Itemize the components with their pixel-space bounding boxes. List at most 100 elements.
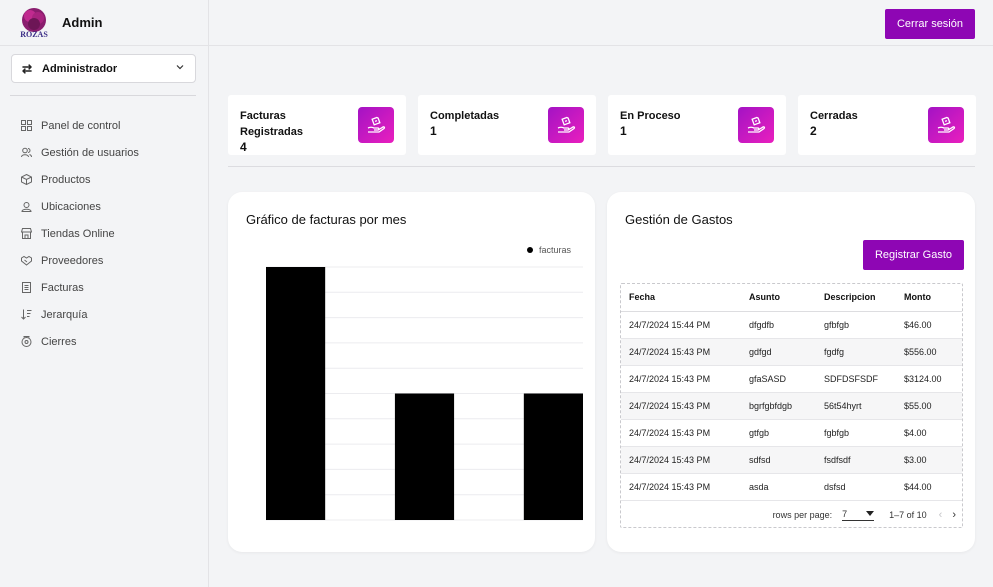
sidebar: ROZAS Admin ⇄ Administrador Panel de con… [0, 0, 209, 587]
dashboard-icon [20, 120, 32, 132]
cell-descripcion: SDFDSFSDF [816, 365, 896, 393]
rows-per-page-select[interactable]: 7 [842, 509, 875, 521]
register-expense-button[interactable]: Registrar Gasto [862, 240, 964, 270]
expenses-panel: Gestión de Gastos Registrar Gasto Fecha … [607, 192, 975, 552]
cell-descripcion: dsfsd [816, 473, 896, 501]
table-row[interactable]: 24/7/2024 15:43 PM gtfgb fgbfgb $4.00 [621, 419, 962, 447]
sidebar-item-label: Facturas [41, 281, 84, 294]
table-pagination: rows per page: 7 1–7 of 10 ‹ › [621, 502, 962, 527]
stat-value: 1 [430, 124, 437, 138]
sidebar-item-invoices[interactable]: Facturas [20, 274, 139, 301]
section-divider [228, 166, 975, 167]
cell-asunto: gfaSASD [741, 365, 816, 393]
box-icon [20, 174, 32, 186]
stat-card-invoices: Facturas Registradas 4 [228, 95, 406, 155]
cell-monto: $556.00 [896, 338, 962, 366]
svg-text:ROZAS: ROZAS [20, 30, 48, 39]
stat-card-closed: Cerradas 2 [798, 95, 976, 155]
cell-asunto: gdfgd [741, 338, 816, 366]
stat-value: 2 [810, 124, 817, 138]
sidebar-item-panel[interactable]: Panel de control [20, 112, 139, 139]
invoice-hand-icon [738, 107, 774, 143]
sidebar-item-online-stores[interactable]: Tiendas Online [20, 220, 139, 247]
sidebar-item-label: Productos [41, 173, 91, 186]
sidebar-item-label: Tiendas Online [41, 227, 115, 240]
chart-bar[interactable] [394, 393, 455, 521]
table-row[interactable]: 24/7/2024 15:43 PM bgrfgbfdgb 56t54hyrt … [621, 392, 962, 420]
bar-chart [266, 266, 583, 521]
cell-asunto: bgrfgbfdgb [741, 392, 816, 420]
sort-icon [20, 309, 32, 321]
cell-monto: $55.00 [896, 392, 962, 420]
sidebar-item-products[interactable]: Productos [20, 166, 139, 193]
cell-fecha: 24/7/2024 15:43 PM [621, 365, 741, 393]
table-header-row: Fecha Asunto Descripcion Monto [621, 284, 962, 312]
cell-monto: $3124.00 [896, 365, 962, 393]
logout-button[interactable]: Cerrar sesión [884, 9, 975, 39]
invoice-hand-icon [928, 107, 964, 143]
cell-descripcion: fgbfgb [816, 419, 896, 447]
chart-bar[interactable] [266, 267, 326, 520]
logo: ROZAS [16, 5, 52, 41]
next-page-icon[interactable]: › [952, 509, 956, 521]
lock-icon [20, 336, 32, 348]
rows-per-page-label: rows per page: [772, 509, 833, 520]
chart-bar[interactable] [523, 393, 583, 521]
chevron-down-icon [175, 62, 185, 75]
sidebar-item-label: Jerarquía [41, 308, 88, 321]
cell-asunto: asda [741, 473, 816, 501]
pagination-range: 1–7 of 10 [889, 509, 927, 520]
sidebar-item-closures[interactable]: Cierres [20, 328, 139, 355]
swap-icon: ⇄ [22, 61, 33, 76]
sidebar-item-users[interactable]: Gestión de usuarios [20, 139, 139, 166]
stat-label: Completadas [430, 110, 500, 122]
table-row[interactable]: 24/7/2024 15:44 PM dfgdfb gfbfgb $46.00 [621, 311, 962, 339]
top-bar: Cerrar sesión [209, 0, 993, 46]
expenses-table-container: Fecha Asunto Descripcion Monto 24/7/2024… [620, 283, 963, 528]
cell-descripcion: 56t54hyrt [816, 392, 896, 420]
table-row[interactable]: 24/7/2024 15:43 PM sdfsd fsdfsdf $3.00 [621, 446, 962, 474]
sidebar-item-hierarchy[interactable]: Jerarquía [20, 301, 139, 328]
role-select[interactable]: ⇄ Administrador [11, 54, 196, 83]
stat-card-in-process: En Proceso 1 [608, 95, 786, 155]
cell-descripcion: fsdfsdf [816, 446, 896, 474]
column-header-asunto[interactable]: Asunto [741, 284, 816, 312]
column-header-descripcion[interactable]: Descripcion [816, 284, 896, 312]
cell-asunto: dfgdfb [741, 311, 816, 339]
cell-monto: $4.00 [896, 419, 962, 447]
table-row[interactable]: 24/7/2024 15:43 PM gdfgd fgdfg $556.00 [621, 338, 962, 366]
cell-asunto: gtfgb [741, 419, 816, 447]
cell-fecha: 24/7/2024 15:43 PM [621, 446, 741, 474]
table-row[interactable]: 24/7/2024 15:43 PM gfaSASD SDFDSFSDF $31… [621, 365, 962, 393]
expenses-table: Fecha Asunto Descripcion Monto 24/7/2024… [621, 284, 962, 501]
stat-label: Facturas Registradas [240, 110, 303, 138]
cell-monto: $44.00 [896, 473, 962, 501]
cell-monto: $46.00 [896, 311, 962, 339]
sidebar-item-suppliers[interactable]: Proveedores [20, 247, 139, 274]
column-header-fecha[interactable]: Fecha [621, 284, 741, 312]
stat-label: Cerradas [810, 110, 858, 122]
cell-fecha: 24/7/2024 15:43 PM [621, 419, 741, 447]
handshake-icon [20, 255, 32, 267]
stat-value: 1 [620, 124, 627, 138]
users-icon [20, 147, 32, 159]
document-icon [20, 282, 32, 294]
previous-page-icon[interactable]: ‹ [939, 509, 943, 521]
cell-fecha: 24/7/2024 15:43 PM [621, 392, 741, 420]
table-row[interactable]: 24/7/2024 15:43 PM asda dsfsd $44.00 [621, 473, 962, 501]
brand-name: Admin [62, 15, 103, 30]
sidebar-item-locations[interactable]: Ubicaciones [20, 193, 139, 220]
stat-label: En Proceso [620, 110, 681, 122]
cell-fecha: 24/7/2024 15:43 PM [621, 473, 741, 501]
invoice-hand-icon [548, 107, 584, 143]
cell-fecha: 24/7/2024 15:44 PM [621, 311, 741, 339]
cell-descripcion: gfbfgb [816, 311, 896, 339]
sidebar-nav: Panel de control Gestión de usuarios Pro… [20, 112, 139, 355]
cell-monto: $3.00 [896, 446, 962, 474]
store-icon [20, 228, 32, 240]
caret-down-icon [866, 509, 875, 519]
column-header-monto[interactable]: Monto [896, 284, 962, 312]
invoice-hand-icon [358, 107, 394, 143]
sidebar-item-label: Ubicaciones [41, 200, 101, 213]
stat-value: 4 [240, 140, 247, 154]
